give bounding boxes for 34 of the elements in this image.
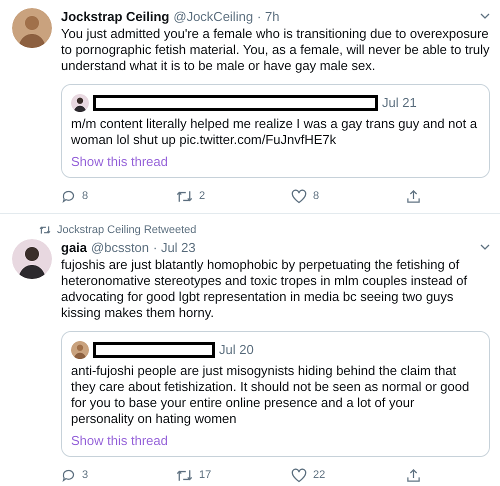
tweet-time[interactable]: · Jul 23: [153, 239, 196, 256]
tweet-text: You just admitted you're a female who is transitioning due to overexposure to pornographic fetish material. You, as a female, will never be able to truly understand what it is to be male or have gay male sex.: [61, 26, 490, 74]
tweet-text: fujoshis are just blatantly homophobic by perpetuating the fetishing of heteronomative stereotypes and toxic tropes in mlm couples instead of advocating for good lgbt representation in media bc seeing two guys kissing makes them horny.: [61, 257, 468, 321]
quote-text: anti-fujoshi people are just misogynists hiding behind the claim that they care about fetishization. It should not be seen as normal or good for you to base your entire online presence and a lot of your personality on hating women: [71, 362, 470, 426]
display-name[interactable]: gaia: [61, 239, 88, 256]
quoted-tweet[interactable]: Jul 21 m/m content literally helped me realize I was a gay trans guy and not a woman lol shut up pic.twitter.com/FuJnvfHE7k Show this thread: [61, 84, 490, 178]
display-name[interactable]: Jockstrap Ceiling: [61, 8, 170, 25]
reply-count: 3: [82, 468, 88, 483]
quote-date: Jul 21: [382, 94, 417, 112]
share-icon[interactable]: [406, 188, 421, 204]
show-thread-link[interactable]: Show this thread: [71, 430, 480, 450]
retweet-icon[interactable]: [176, 188, 193, 204]
heart-icon[interactable]: [291, 188, 307, 204]
retweet-label: Jockstrap Ceiling Retweeted: [57, 222, 196, 238]
retweet-count: 17: [199, 468, 212, 483]
retweet-count: 2: [199, 189, 206, 204]
chevron-down-icon[interactable]: [480, 244, 490, 251]
chevron-down-icon[interactable]: [480, 13, 490, 20]
like-count: 8: [313, 189, 320, 204]
heart-icon[interactable]: [291, 468, 307, 483]
quote-date: Jul 20: [219, 341, 254, 359]
quoted-tweet[interactable]: [61, 331, 490, 457]
retweet-icon: [39, 224, 51, 235]
tweet-time[interactable]: · 7h: [257, 8, 280, 25]
quote-text: m/m content literally helped me realize I was a gay trans guy and not a woman lol shut up pic.twitter.com/FuJnvfHE7k: [71, 116, 478, 148]
user-handle[interactable]: @JockCeiling: [173, 8, 254, 25]
reply-count: 8: [82, 189, 88, 204]
reply-icon[interactable]: [61, 468, 76, 483]
user-handle[interactable]: @bcsston: [91, 239, 150, 256]
reply-icon[interactable]: [61, 188, 76, 204]
retweet-icon[interactable]: [176, 468, 193, 483]
show-thread-link[interactable]: Show this thread: [71, 152, 480, 171]
share-icon[interactable]: [406, 468, 421, 483]
like-count: 22: [313, 468, 326, 483]
